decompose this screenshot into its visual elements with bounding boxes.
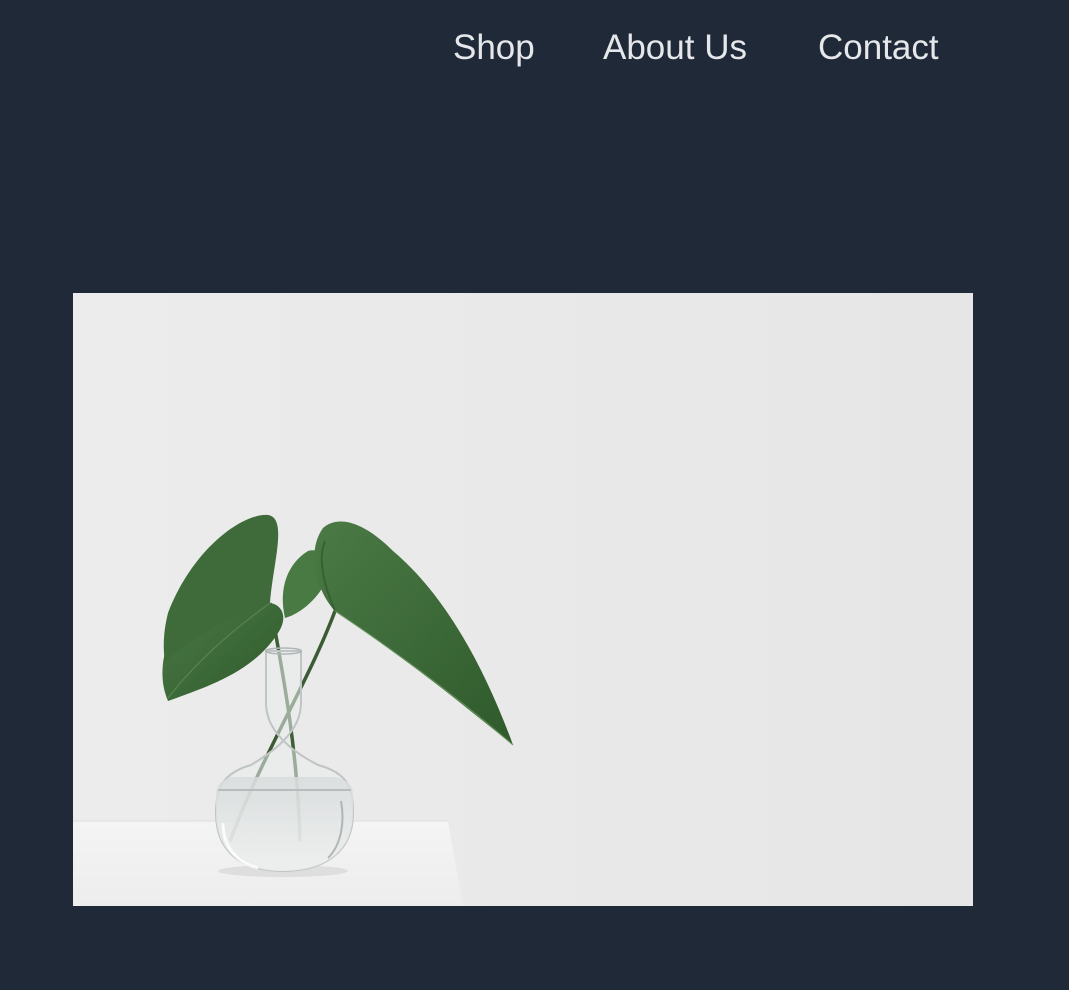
nav-link-shop[interactable]: Shop bbox=[453, 27, 535, 69]
plant-in-vase-illustration bbox=[73, 293, 973, 906]
nav-link-about-us[interactable]: About Us bbox=[603, 27, 747, 69]
nav-link-contact[interactable]: Contact bbox=[818, 27, 939, 69]
main-nav: Shop About Us Contact bbox=[0, 0, 1069, 100]
hero-image bbox=[73, 293, 973, 906]
